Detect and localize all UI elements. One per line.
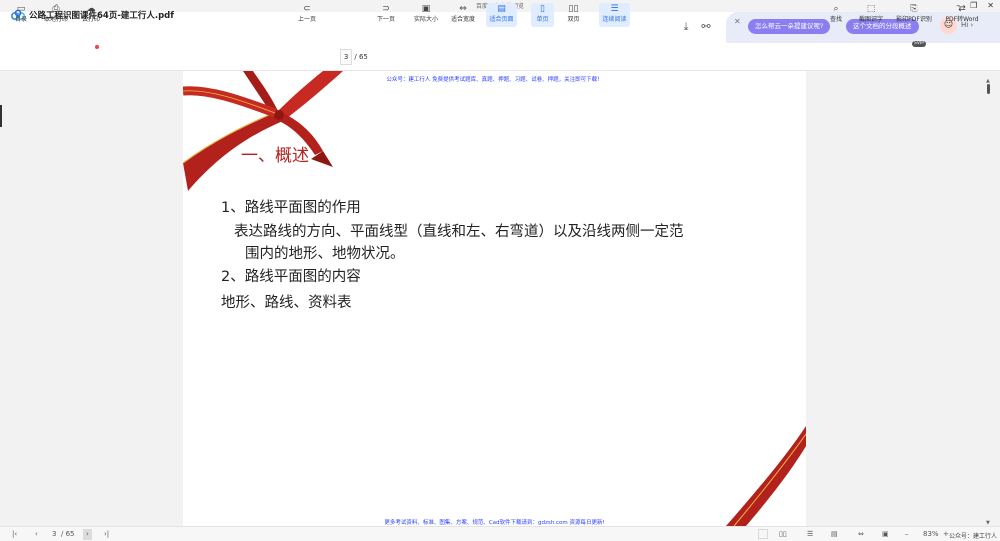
arrow-left-circle-icon: ⊂ <box>303 4 311 14</box>
zoom-level[interactable]: 83% <box>923 529 939 540</box>
fit-width-icon: ⇔ <box>459 4 467 14</box>
single-page-button[interactable]: ▯ 单页 <box>531 3 554 27</box>
local-print-button[interactable]: ⎙ 本地打印 <box>40 3 72 27</box>
scan-pdf-icon: ⎘ <box>910 4 918 14</box>
content-line-2: 表达路线的方向、平面线型（直线和左、右弯道）以及沿线两侧一定范 <box>234 224 684 240</box>
screenshot-ocr-button[interactable]: ⬚ 截图识字 <box>855 3 887 27</box>
page-current[interactable]: 3 <box>340 49 353 65</box>
toc-button[interactable]: ▭ 目录 <box>9 3 33 27</box>
prev-page-icon[interactable]: ‹ <box>35 529 38 540</box>
ai-suggestion-1[interactable]: 怎么帮云一朵提建议呢? <box>748 19 831 34</box>
zoom-in-icon[interactable]: + <box>943 529 949 540</box>
double-page-icon: ▯▯ <box>568 4 579 14</box>
zoom-out-icon[interactable]: – <box>905 529 909 540</box>
last-page-icon[interactable]: ›| <box>104 529 109 540</box>
ribbon-corner-icon <box>726 426 806 526</box>
double-page-button[interactable]: ▯▯ 双页 <box>562 3 585 27</box>
continuous-view-icon[interactable]: ☰ <box>807 529 813 540</box>
fit-page-button[interactable]: ▤ 适合页面 <box>486 3 517 27</box>
arrow-right-circle-icon: ⊃ <box>382 4 390 14</box>
share-icon[interactable]: ⚯ <box>699 20 713 34</box>
download-icon[interactable]: ⤓ <box>679 20 693 34</box>
screenshot-ocr-icon: ⬚ <box>866 4 876 14</box>
public-account-notice-bottom: 更多考试资料、标准、图集、方案、规范、Cad软件下载请到：gdzsh.com 资… <box>384 520 605 526</box>
single-page-icon: ▯ <box>540 4 545 14</box>
fit-page-small-icon[interactable]: ▣ <box>882 529 889 540</box>
viewer-toolbar <box>0 43 1000 71</box>
vertical-scrollbar[interactable]: ▲ ▼ <box>986 78 992 526</box>
close-window-button[interactable]: ✕ <box>987 0 994 12</box>
scan-pdf-ocr-button[interactable]: ⎘ 影印PDF识别 <box>893 3 935 27</box>
bottom-page-current[interactable]: 3 <box>52 529 56 540</box>
content-line-4: 2、路线平面图的内容 <box>221 269 361 285</box>
continuous-read-icon: ☰ <box>610 4 619 14</box>
status-bar: |‹ ‹ 3 / 65 › ›| ▯▯ ☰ ▤ ⇔ ▣ – 83% + <box>0 526 1000 541</box>
actual-size-icon: ▣ <box>421 4 431 14</box>
ai-close-icon[interactable]: ✕ <box>734 17 741 26</box>
content-line-1: 1、路线平面图的作用 <box>221 200 361 216</box>
scroll-view-icon[interactable]: ▤ <box>831 529 838 540</box>
search-icon: ⌕ <box>833 4 839 14</box>
ribbon-decoration-icon <box>183 71 343 191</box>
cloud-print-icon: ☁ <box>86 4 96 14</box>
content-line-5: 地形、路线、资料表 <box>221 295 352 311</box>
bottom-page-total: / 65 <box>61 530 75 538</box>
toc-icon: ▭ <box>16 4 26 14</box>
find-button[interactable]: ⌕ 查找 <box>826 3 846 27</box>
fit-width-small-icon[interactable]: ⇔ <box>858 529 864 540</box>
actual-size-button[interactable]: ▣ 实际大小 <box>412 3 440 27</box>
double-view-icon[interactable]: ▯▯ <box>779 529 787 540</box>
public-account-notice-top: 公众号：建工行人 免费提供考试题库、真题、押题、习题、试卷、押题，关注即可下载！ <box>386 77 603 83</box>
watermark-text: 公众号：建工行人 <box>948 533 997 540</box>
fit-width-button[interactable]: ⇔ 适合宽度 <box>449 3 477 27</box>
next-page-icon[interactable]: › <box>83 529 92 540</box>
single-view-icon[interactable] <box>758 529 768 541</box>
left-edge-marker <box>0 105 2 127</box>
pdf-to-word-button[interactable]: ⇄ PDF转Word <box>942 3 982 27</box>
page-total: / 65 <box>354 53 368 61</box>
document-page: 公众号：建工行人 免费提供考试题库、真题、押题、习题、试卷、押题，关注即可下载！… <box>183 71 806 526</box>
next-page-button[interactable]: ⊃ 下一页 <box>374 3 398 27</box>
content-line-3: 围内的地形、地物状况。 <box>245 246 405 262</box>
printer-icon: ⎙ <box>52 4 60 14</box>
continuous-read-button[interactable]: ☰ 连续阅读 <box>599 3 630 27</box>
scroll-thumb[interactable] <box>987 84 990 94</box>
pdf-to-word-icon: ⇄ <box>958 4 966 14</box>
slide-heading: 一、概述 <box>241 146 309 166</box>
svip-badge: SVIP <box>912 41 926 47</box>
cloud-print-button[interactable]: ☁ 云打印 <box>78 3 104 27</box>
page-number-input[interactable]: 3 / 65 <box>335 49 373 65</box>
fit-page-icon: ▤ <box>497 4 506 14</box>
first-page-icon[interactable]: |‹ <box>12 529 17 540</box>
prev-page-button[interactable]: ⊂ 上一页 <box>295 3 319 27</box>
notification-dot <box>95 45 99 49</box>
